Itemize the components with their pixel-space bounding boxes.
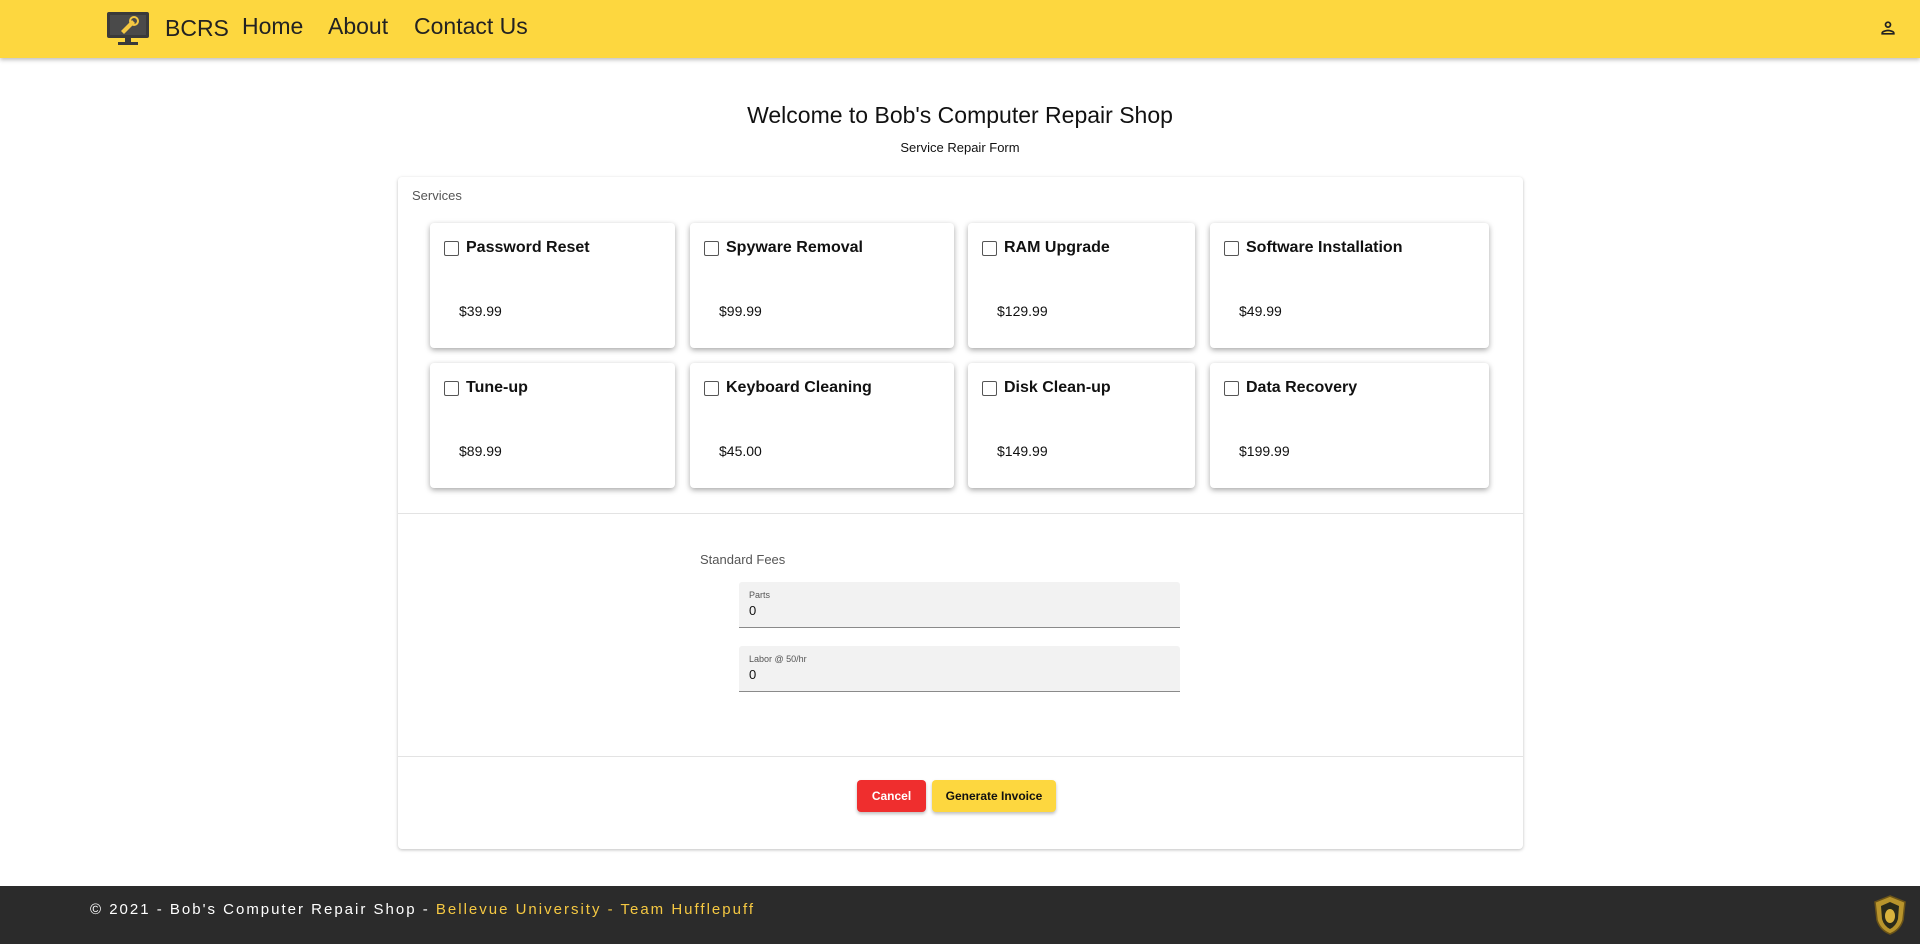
footer-team-text: Bellevue University - Team Hufflepuff: [435, 901, 756, 918]
footer: © 2021 - Bob's Computer Repair Shop - Be…: [0, 886, 1920, 944]
services-label: Services: [412, 188, 462, 203]
brand-name: BCRS: [165, 14, 229, 41]
page-subtitle: Service Repair Form: [900, 140, 1020, 155]
actions-divider: [398, 756, 1523, 757]
page-title: Welcome to Bob's Computer Repair Shop: [747, 102, 1173, 128]
service-card-ram-upgrade[interactable]: RAM Upgrade $129.99: [968, 223, 1195, 348]
service-price: $199.99: [1239, 443, 1290, 459]
service-name: Password Reset: [466, 239, 590, 256]
brand-link[interactable]: BCRS: [105, 10, 229, 46]
service-card-software-installation[interactable]: Software Installation $49.99: [1210, 223, 1489, 348]
service-name: Data Recovery: [1246, 379, 1358, 396]
top-nav-bar: BCRS Home About Contact Us: [0, 0, 1920, 58]
service-name: Software Installation: [1246, 239, 1403, 256]
service-checkbox[interactable]: [704, 241, 719, 256]
service-card-disk-clean-up[interactable]: Disk Clean-up $149.99: [968, 363, 1195, 488]
service-repair-form: Services Password Reset $39.99 Spyware R…: [398, 177, 1523, 849]
service-card-data-recovery[interactable]: Data Recovery $199.99: [1210, 363, 1489, 488]
footer-copyright-text: © 2021 - Bob's Computer Repair Shop -: [90, 901, 436, 918]
service-card-tune-up[interactable]: Tune-up $89.99: [430, 363, 675, 488]
service-price: $99.99: [719, 303, 762, 319]
hufflepuff-crest-icon: [1872, 894, 1908, 936]
service-checkbox[interactable]: [1224, 381, 1239, 396]
service-checkbox[interactable]: [982, 241, 997, 256]
service-name: Spyware Removal: [726, 239, 863, 256]
nav-item-about[interactable]: About: [328, 13, 388, 40]
nav-about-link[interactable]: About: [328, 13, 388, 40]
service-checkbox[interactable]: [444, 241, 459, 256]
service-price: $149.99: [997, 443, 1048, 459]
computer-wrench-icon: [105, 10, 151, 46]
service-name: Tune-up: [466, 379, 528, 396]
service-price: $39.99: [459, 303, 502, 319]
nav-item-contact[interactable]: Contact Us: [414, 13, 528, 40]
service-card-keyboard-cleaning[interactable]: Keyboard Cleaning $45.00: [690, 363, 954, 488]
standard-fees-label: Standard Fees: [700, 552, 786, 567]
service-checkbox[interactable]: [982, 381, 997, 396]
service-checkbox[interactable]: [704, 381, 719, 396]
cancel-button[interactable]: Cancel: [857, 780, 926, 812]
nav-contact-link[interactable]: Contact Us: [414, 13, 528, 40]
labor-field[interactable]: Labor @ 50/hr: [739, 646, 1180, 692]
service-card-password-reset[interactable]: Password Reset $39.99: [430, 223, 675, 348]
generate-invoice-button[interactable]: Generate Invoice: [932, 780, 1056, 812]
service-price: $49.99: [1239, 303, 1282, 319]
parts-field[interactable]: Parts: [739, 582, 1180, 628]
footer-copyright: © 2021 - Bob's Computer Repair Shop - Be…: [90, 901, 755, 918]
service-price: $45.00: [719, 443, 762, 459]
service-checkbox[interactable]: [444, 381, 459, 396]
service-checkbox[interactable]: [1224, 241, 1239, 256]
service-price: $89.99: [459, 443, 502, 459]
nav-home-link[interactable]: Home: [242, 13, 303, 40]
labor-field-label: Labor @ 50/hr: [749, 654, 807, 664]
nav-item-home[interactable]: Home: [242, 13, 303, 40]
person-icon[interactable]: [1878, 18, 1898, 38]
parts-field-label: Parts: [749, 590, 771, 600]
service-name: Keyboard Cleaning: [726, 379, 872, 396]
section-divider: [398, 513, 1523, 514]
service-card-spyware-removal[interactable]: Spyware Removal $99.99: [690, 223, 954, 348]
service-name: RAM Upgrade: [1004, 239, 1110, 256]
service-price: $129.99: [997, 303, 1048, 319]
labor-input[interactable]: [749, 667, 1169, 682]
service-name: Disk Clean-up: [1004, 379, 1111, 396]
parts-input[interactable]: [749, 603, 1169, 618]
